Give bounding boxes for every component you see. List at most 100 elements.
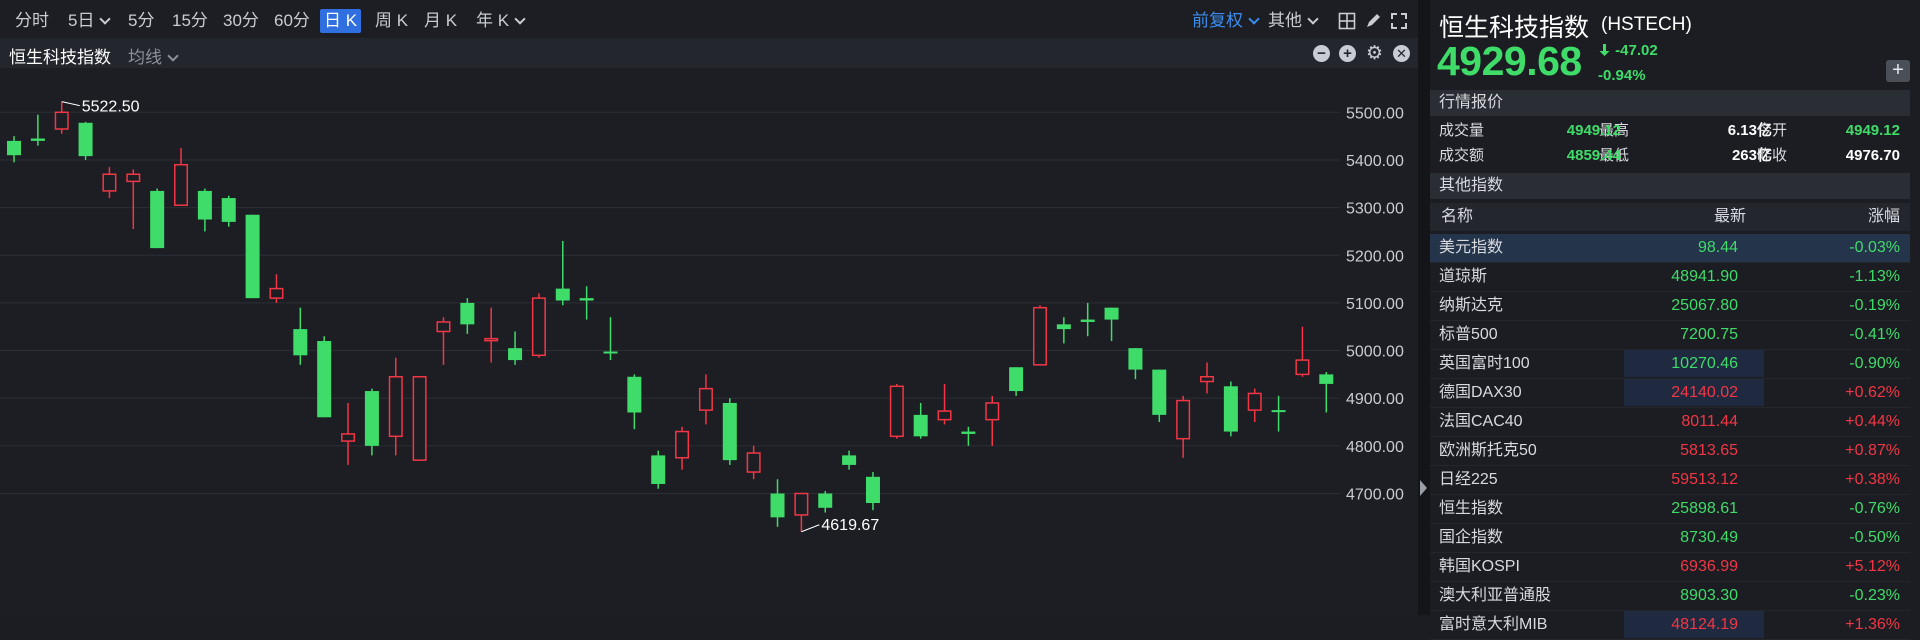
moving-average-dropdown[interactable]: 均线	[128, 43, 179, 68]
tab-5day[interactable]: 5日	[64, 9, 113, 33]
candle[interactable]	[460, 298, 475, 334]
index-row-price: 7200.75	[1680, 326, 1738, 343]
candle[interactable]	[1056, 317, 1071, 344]
candle[interactable]	[1032, 305, 1047, 366]
candle[interactable]	[1152, 369, 1167, 423]
candle[interactable]	[722, 398, 737, 465]
candle[interactable]	[102, 167, 117, 199]
candle[interactable]	[174, 148, 189, 206]
candle[interactable]	[889, 383, 904, 439]
zoom-in-icon[interactable]: +	[1339, 45, 1356, 62]
index-row[interactable]: 韩国KOSPI 6936.99 +5.12%	[1430, 553, 1910, 582]
tab-15min[interactable]: 15分	[168, 9, 212, 33]
candle[interactable]	[937, 383, 952, 425]
candle[interactable]	[1223, 381, 1238, 437]
candle[interactable]	[746, 445, 761, 480]
candle[interactable]	[675, 426, 690, 470]
candle[interactable]	[197, 188, 212, 232]
candle[interactable]	[1200, 362, 1214, 394]
collapse-arrow-icon[interactable]	[1420, 480, 1427, 496]
tab-monthly-k[interactable]: 月 K	[420, 9, 461, 33]
candle[interactable]	[341, 402, 356, 465]
tab-60min[interactable]: 60分	[270, 9, 314, 33]
index-row[interactable]: 欧洲斯托克50 5813.65 +0.87%	[1430, 437, 1910, 466]
candle[interactable]	[126, 169, 141, 230]
candle[interactable]	[1128, 348, 1143, 380]
candle[interactable]	[388, 357, 403, 456]
draw-pen-icon[interactable]	[1364, 12, 1382, 30]
candle[interactable]	[1319, 371, 1334, 413]
candle[interactable]	[317, 336, 332, 418]
candle[interactable]	[913, 402, 928, 439]
index-row[interactable]: 标普500 7200.75 -0.41%	[1430, 321, 1910, 350]
index-row[interactable]: 富时意大利MIB 48124.19 +1.36%	[1430, 611, 1910, 640]
candle[interactable]	[842, 450, 857, 470]
candle[interactable]	[78, 121, 93, 160]
candle[interactable]	[30, 114, 45, 146]
candle[interactable]	[508, 331, 523, 365]
panel-divider[interactable]	[1418, 0, 1430, 615]
candle[interactable]	[627, 374, 642, 430]
candle[interactable]	[293, 307, 308, 365]
grid-layout-icon[interactable]	[1338, 12, 1356, 30]
candle[interactable]	[698, 374, 713, 425]
candle[interactable]	[818, 491, 833, 513]
index-row[interactable]: 英国富时100 10270.46 -0.90%	[1430, 350, 1910, 379]
candle[interactable]	[555, 240, 570, 306]
candle[interactable]	[1104, 307, 1119, 342]
candle[interactable]	[865, 472, 880, 511]
col-latest: 最新	[1713, 208, 1746, 225]
index-row[interactable]: 道琼斯 48941.90 -1.13%	[1430, 263, 1910, 292]
candle[interactable]	[54, 101, 69, 134]
tab-yearly-k[interactable]: 年 K	[472, 9, 528, 33]
candle[interactable]	[1247, 388, 1262, 423]
candle[interactable]	[1176, 395, 1191, 458]
index-row[interactable]: 日经225 59513.12 +0.38%	[1430, 466, 1910, 495]
candle[interactable]	[484, 307, 499, 363]
tab-5min[interactable]: 5分	[124, 9, 158, 33]
close-icon[interactable]: ✕	[1393, 45, 1410, 62]
tab-daily-k[interactable]: 日 K	[320, 9, 362, 33]
index-row[interactable]: 法国CAC40 8011.44 +0.44%	[1430, 408, 1910, 437]
candle-body	[1176, 399, 1191, 440]
candle[interactable]	[651, 450, 666, 489]
candle[interactable]	[436, 317, 451, 365]
candle[interactable]	[364, 388, 379, 456]
candle[interactable]	[221, 195, 236, 227]
index-row[interactable]: 国企指数 8730.49 -0.50%	[1430, 524, 1910, 553]
index-row[interactable]: 纳斯达克 25067.80 -0.19%	[1430, 292, 1910, 321]
candle[interactable]	[794, 492, 809, 532]
fullscreen-icon[interactable]	[1390, 12, 1408, 30]
candle[interactable]	[412, 376, 427, 461]
tab-fenshi[interactable]: 分时	[11, 9, 53, 33]
index-row[interactable]: 美元指数 98.44 -0.03%	[1430, 234, 1910, 263]
zoom-out-icon[interactable]: −	[1313, 45, 1330, 62]
tab-30min[interactable]: 30分	[219, 9, 263, 33]
add-watchlist-button[interactable]: +	[1886, 60, 1910, 82]
index-row[interactable]: 澳大利亚普通股 8903.30 -0.23%	[1430, 582, 1910, 611]
candlestick-chart[interactable]: 5522.50 4619.67 5500.00 5400.00 5300.00 5200…	[0, 68, 1418, 615]
tab-weekly-k[interactable]: 周 K	[371, 9, 412, 33]
settings-gear-icon[interactable]: ⚙	[1366, 44, 1383, 63]
candle[interactable]	[1009, 367, 1024, 396]
candle[interactable]	[985, 395, 1000, 446]
candle[interactable]	[770, 479, 785, 527]
candle-body	[1009, 367, 1024, 392]
candle[interactable]	[1080, 302, 1095, 337]
candle[interactable]	[1271, 395, 1286, 432]
index-row[interactable]: 恒生指数 25898.61 -0.76%	[1430, 495, 1910, 524]
y-tick-label: 4700.00	[1346, 487, 1404, 504]
adjust-dropdown[interactable]: 前复权	[1192, 9, 1260, 33]
candle[interactable]	[603, 317, 618, 361]
candle[interactable]	[961, 426, 976, 446]
candle[interactable]	[150, 188, 165, 249]
candle[interactable]	[531, 293, 546, 358]
index-row[interactable]: 德国DAX30 24140.02 +0.62%	[1430, 379, 1910, 408]
candle[interactable]	[269, 274, 284, 303]
candle[interactable]	[1295, 326, 1310, 377]
other-dropdown[interactable]: 其他	[1268, 9, 1319, 33]
candle[interactable]	[245, 214, 260, 299]
candle[interactable]	[7, 136, 21, 163]
candle-body	[961, 431, 976, 434]
candle-body	[555, 288, 570, 301]
